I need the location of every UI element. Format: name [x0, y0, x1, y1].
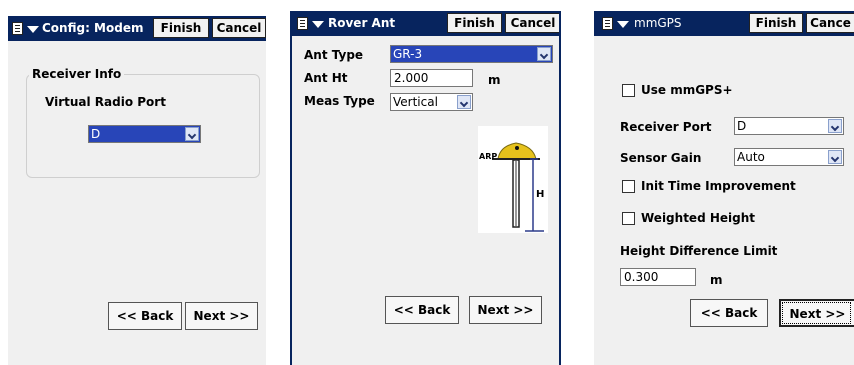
height-diff-input[interactable]: 0.300 [620, 268, 696, 286]
sensor-gain-select[interactable]: Auto [734, 148, 844, 166]
cancel-button[interactable]: Cancel [505, 13, 559, 33]
cancel-button[interactable]: Cance [806, 13, 854, 33]
back-button[interactable]: << Back [108, 302, 182, 330]
ant-type-label: Ant Type [304, 48, 364, 62]
ant-ht-unit: m [488, 73, 501, 87]
back-button[interactable]: << Back [690, 299, 768, 327]
antenna-diagram: ARP H [478, 126, 548, 233]
finish-button[interactable]: Finish [153, 18, 209, 38]
height-diff-unit: m [710, 273, 723, 287]
weighted-height-label: Weighted Height [641, 211, 755, 225]
weighted-height-checkbox[interactable] [622, 212, 635, 225]
receiver-port-label: Receiver Port [620, 120, 712, 134]
dropdown-arrow-icon [312, 21, 324, 28]
screen-config-modem: Config: Modem Finish Cancel Receiver Inf… [8, 16, 266, 365]
next-button[interactable]: Next >> [779, 299, 854, 327]
chevron-down-icon [828, 119, 842, 133]
ant-type-select[interactable]: GR-3 [390, 45, 553, 63]
menu-icon [297, 17, 308, 30]
finish-button[interactable]: Finish [749, 13, 803, 33]
group-title: Receiver Info [29, 67, 125, 81]
screen-mmgps: mmGPS Finish Cance Use mmGPS+ Receiver P… [594, 11, 854, 365]
antenna-icon [492, 142, 544, 232]
window-title: Rover Ant [328, 16, 396, 30]
menu-icon [12, 22, 23, 35]
titlebar: Config: Modem Finish Cancel [8, 16, 266, 41]
titlebar: Rover Ant Finish Cancel [292, 11, 559, 36]
back-button[interactable]: << Back [385, 296, 459, 324]
use-mmgps-checkbox[interactable] [622, 84, 635, 97]
window-title: Config: Modem [42, 21, 144, 35]
next-button[interactable]: Next >> [469, 296, 542, 324]
ant-ht-input[interactable]: 2.000 [390, 69, 473, 87]
next-button[interactable]: Next >> [185, 302, 258, 330]
menu-button[interactable] [601, 16, 635, 32]
virtual-radio-port-select[interactable]: D [88, 125, 201, 143]
meas-type-select[interactable]: Vertical [390, 93, 473, 111]
diagram-h-label: H [536, 189, 545, 200]
virtual-radio-port-label: Virtual Radio Port [45, 95, 166, 109]
screen-rover-ant: Rover Ant Finish Cancel Ant Type GR-3 An… [290, 11, 561, 365]
chevron-down-icon [537, 47, 551, 61]
titlebar: mmGPS Finish Cance [594, 11, 854, 36]
chevron-down-icon [828, 150, 842, 164]
menu-icon [602, 17, 613, 30]
use-mmgps-label: Use mmGPS+ [641, 83, 733, 97]
dropdown-arrow-icon [27, 26, 39, 33]
diagram-arp-label: ARP [479, 152, 498, 161]
sensor-gain-label: Sensor Gain [620, 151, 702, 165]
ant-ht-label: Ant Ht [304, 71, 348, 85]
init-time-label: Init Time Improvement [641, 179, 796, 193]
finish-button[interactable]: Finish [447, 13, 502, 33]
meas-type-label: Meas Type [304, 94, 375, 108]
height-diff-label: Height Difference Limit [620, 244, 778, 258]
dropdown-arrow-icon [617, 21, 629, 28]
init-time-checkbox[interactable] [622, 180, 635, 193]
menu-button[interactable] [296, 16, 330, 32]
menu-button[interactable] [11, 21, 45, 37]
chevron-down-icon [457, 95, 471, 109]
window-title: mmGPS [634, 16, 682, 30]
receiver-port-select[interactable]: D [734, 117, 844, 135]
chevron-down-icon [185, 127, 199, 141]
cancel-button[interactable]: Cancel [212, 18, 266, 38]
